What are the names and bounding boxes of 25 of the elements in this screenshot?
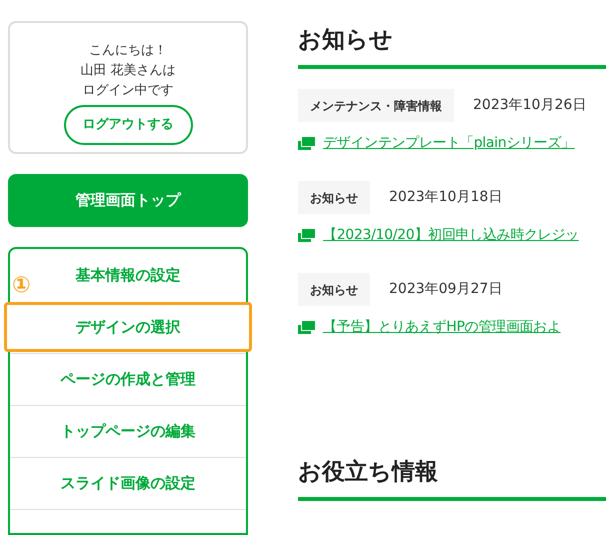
news-date: 2023年10月26日	[473, 96, 586, 115]
admin-top-button[interactable]: 管理画面トップ	[8, 174, 248, 228]
nav-item[interactable]: デザインの選択	[4, 302, 252, 352]
user-text: 山田 花美さんは	[80, 62, 176, 80]
login-status-text: ログイン中です	[82, 82, 174, 100]
nav-item[interactable]: スライド画像の設定	[60, 472, 196, 495]
step-number: ①	[12, 275, 31, 298]
nav-item[interactable]: 基本情報の設定	[76, 264, 180, 286]
category-tag: お知らせ	[298, 181, 370, 214]
windows-icon	[298, 137, 315, 150]
category-tag: メンテナンス・障害情報	[298, 89, 454, 122]
news-link[interactable]: 【2023/10/20】初回申し込み時クレジッ	[323, 225, 579, 246]
greeting-text: こんにちは！	[89, 42, 167, 60]
news-date: 2023年09月27日	[389, 280, 502, 299]
news-link[interactable]: デザインテンプレート「plainシリーズ」	[323, 133, 575, 154]
nav-item[interactable]: ページの作成と管理	[60, 368, 196, 391]
category-tag: お知らせ	[298, 273, 370, 306]
windows-icon	[298, 229, 315, 242]
section-heading: お知らせ	[298, 26, 394, 55]
section-heading: お役立ち情報	[298, 458, 439, 487]
news-date: 2023年10月18日	[389, 188, 502, 207]
logout-button[interactable]: ログアウトする	[64, 105, 192, 145]
windows-icon	[298, 321, 315, 334]
news-link[interactable]: 【予告】とりあえずHPの管理画面およ	[323, 317, 561, 338]
nav-item[interactable]: トップページの編集	[60, 420, 196, 443]
